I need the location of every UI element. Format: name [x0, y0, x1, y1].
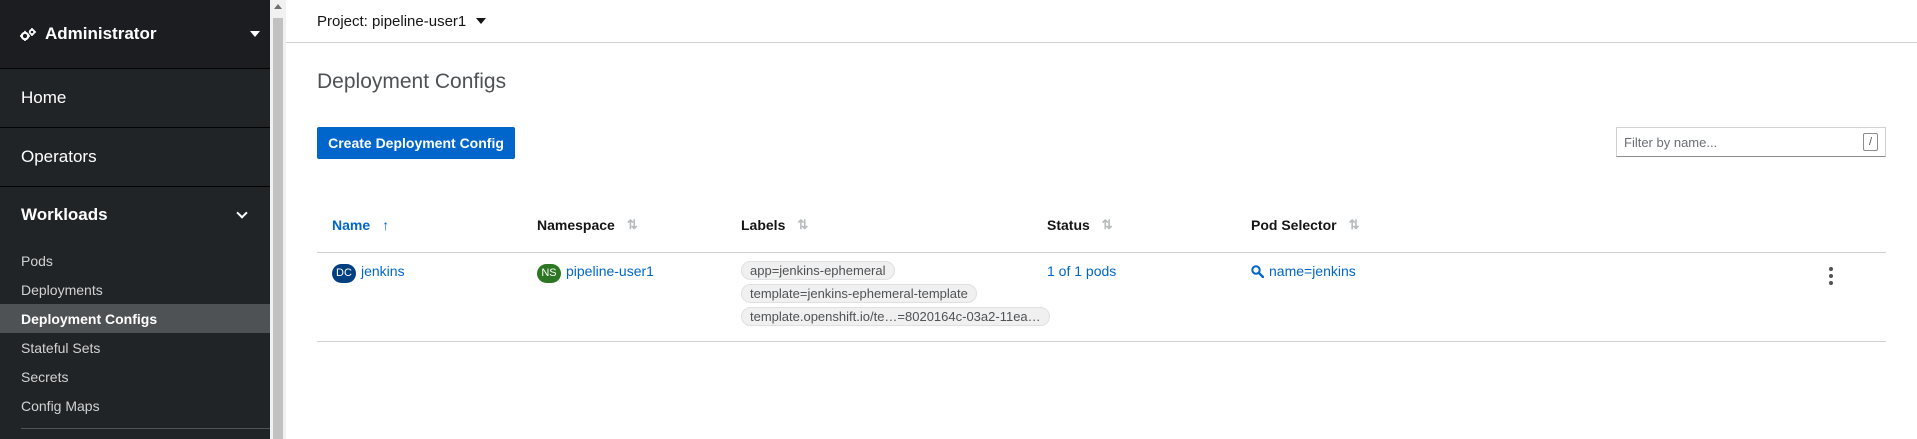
column-header-status[interactable]: Status ⇅ — [1047, 217, 1113, 233]
column-header-pod-selector[interactable]: Pod Selector ⇅ — [1251, 217, 1360, 233]
sidebar: Administrator Home Operators Workloads P… — [0, 0, 270, 439]
sidebar-item-deployments[interactable]: Deployments — [0, 275, 270, 304]
sidebar-item-label: Deployment Configs — [21, 310, 158, 327]
nav-section-home[interactable]: Home — [0, 69, 270, 128]
sidebar-item-label: Secrets — [21, 368, 69, 385]
sidebar-item-label: Pods — [21, 252, 53, 269]
nav-section-workloads[interactable]: Workloads — [0, 187, 270, 243]
nav-section-label: Operators — [21, 147, 97, 166]
search-icon — [1251, 264, 1264, 278]
cell-status: 1 of 1 pods — [1047, 263, 1116, 279]
filter-input[interactable] — [1624, 134, 1854, 150]
column-header-labels[interactable]: Labels ⇅ — [741, 217, 808, 233]
column-header-namespace[interactable]: Namespace ⇅ — [537, 217, 638, 233]
project-selector[interactable]: Project: pipeline-user1 — [317, 13, 466, 30]
sort-icon: ⇅ — [1101, 217, 1113, 232]
chevron-down-icon — [236, 207, 248, 219]
scrollbar-thumb[interactable] — [273, 18, 283, 439]
column-header-label: Name — [332, 217, 371, 233]
keyboard-shortcut-hint: / — [1863, 133, 1878, 151]
caret-down-icon — [250, 31, 260, 37]
column-header-label: Namespace — [537, 217, 615, 233]
pod-selector-link[interactable]: name=jenkins — [1269, 263, 1356, 279]
deployment-config-link[interactable]: jenkins — [361, 263, 405, 279]
dc-resource-badge: DC — [332, 263, 356, 283]
perspective-label: Administrator — [45, 24, 157, 43]
create-deployment-config-button[interactable]: Create Deployment Config — [317, 127, 515, 159]
namespace-link[interactable]: pipeline-user1 — [566, 263, 654, 279]
label-chip[interactable]: template.openshift.io/te…=8020164c-03a2-… — [741, 307, 1050, 326]
caret-down-icon[interactable] — [476, 18, 487, 24]
column-header-label: Pod Selector — [1251, 217, 1337, 233]
table-row: DC jenkins NS pipeline-user1 app=jenkins-e… — [317, 253, 1886, 342]
sidebar-item-pods[interactable]: Pods — [0, 246, 270, 275]
nav-section-operators[interactable]: Operators — [0, 128, 270, 187]
sidebar-item-config-maps[interactable]: Config Maps — [0, 391, 270, 420]
sidebar-item-label: Deployments — [21, 281, 103, 298]
sort-icon: ⇅ — [1348, 217, 1360, 232]
cell-namespace: NS pipeline-user1 — [537, 263, 654, 283]
page-title: Deployment Configs — [317, 70, 507, 93]
cell-pod-selector: name=jenkins — [1251, 263, 1356, 279]
nav-section-label: Home — [21, 88, 67, 107]
sidebar-item-stateful-sets[interactable]: Stateful Sets — [0, 333, 270, 362]
project-bar: Project: pipeline-user1 — [286, 0, 1917, 43]
column-header-label: Labels — [741, 217, 786, 233]
nav-section-label: Workloads — [21, 205, 108, 224]
column-header-label: Status — [1047, 217, 1090, 233]
filter-box: / — [1616, 127, 1886, 157]
column-header-name[interactable]: Name ↑ — [332, 217, 389, 233]
kebab-menu-icon[interactable] — [1823, 265, 1839, 287]
perspective-switcher[interactable]: Administrator — [0, 0, 270, 69]
status-pods-link[interactable]: 1 of 1 pods — [1047, 263, 1116, 279]
sidebar-item-label: Config Maps — [21, 397, 100, 414]
scroll-up-arrow-icon[interactable] — [274, 4, 282, 9]
sidebar-scrollbar[interactable] — [270, 0, 286, 439]
table-header: Name ↑ Namespace ⇅ Labels ⇅ Status ⇅ Pod… — [317, 205, 1886, 253]
ns-resource-badge: NS — [537, 263, 561, 283]
label-chip[interactable]: template=jenkins-ephemeral-template — [741, 284, 977, 303]
sort-icon: ⇅ — [797, 217, 809, 232]
sidebar-item-deployment-configs[interactable]: Deployment Configs — [0, 304, 270, 333]
sort-icon: ⇅ — [626, 217, 638, 232]
sort-ascending-icon: ↑ — [382, 217, 390, 233]
main-content: Project: pipeline-user1 Deployment Confi… — [286, 0, 1917, 439]
sidebar-item-label: Stateful Sets — [21, 339, 101, 356]
sidebar-divider — [21, 428, 270, 429]
cell-name: DC jenkins — [332, 263, 405, 283]
deployment-configs-table: Name ↑ Namespace ⇅ Labels ⇅ Status ⇅ Pod… — [317, 205, 1886, 342]
label-chip[interactable]: app=jenkins-ephemeral — [741, 261, 895, 280]
cell-labels: app=jenkins-ephemeral template=jenkins-e… — [741, 261, 1050, 326]
cogs-icon — [20, 27, 38, 41]
sidebar-item-secrets[interactable]: Secrets — [0, 362, 270, 391]
